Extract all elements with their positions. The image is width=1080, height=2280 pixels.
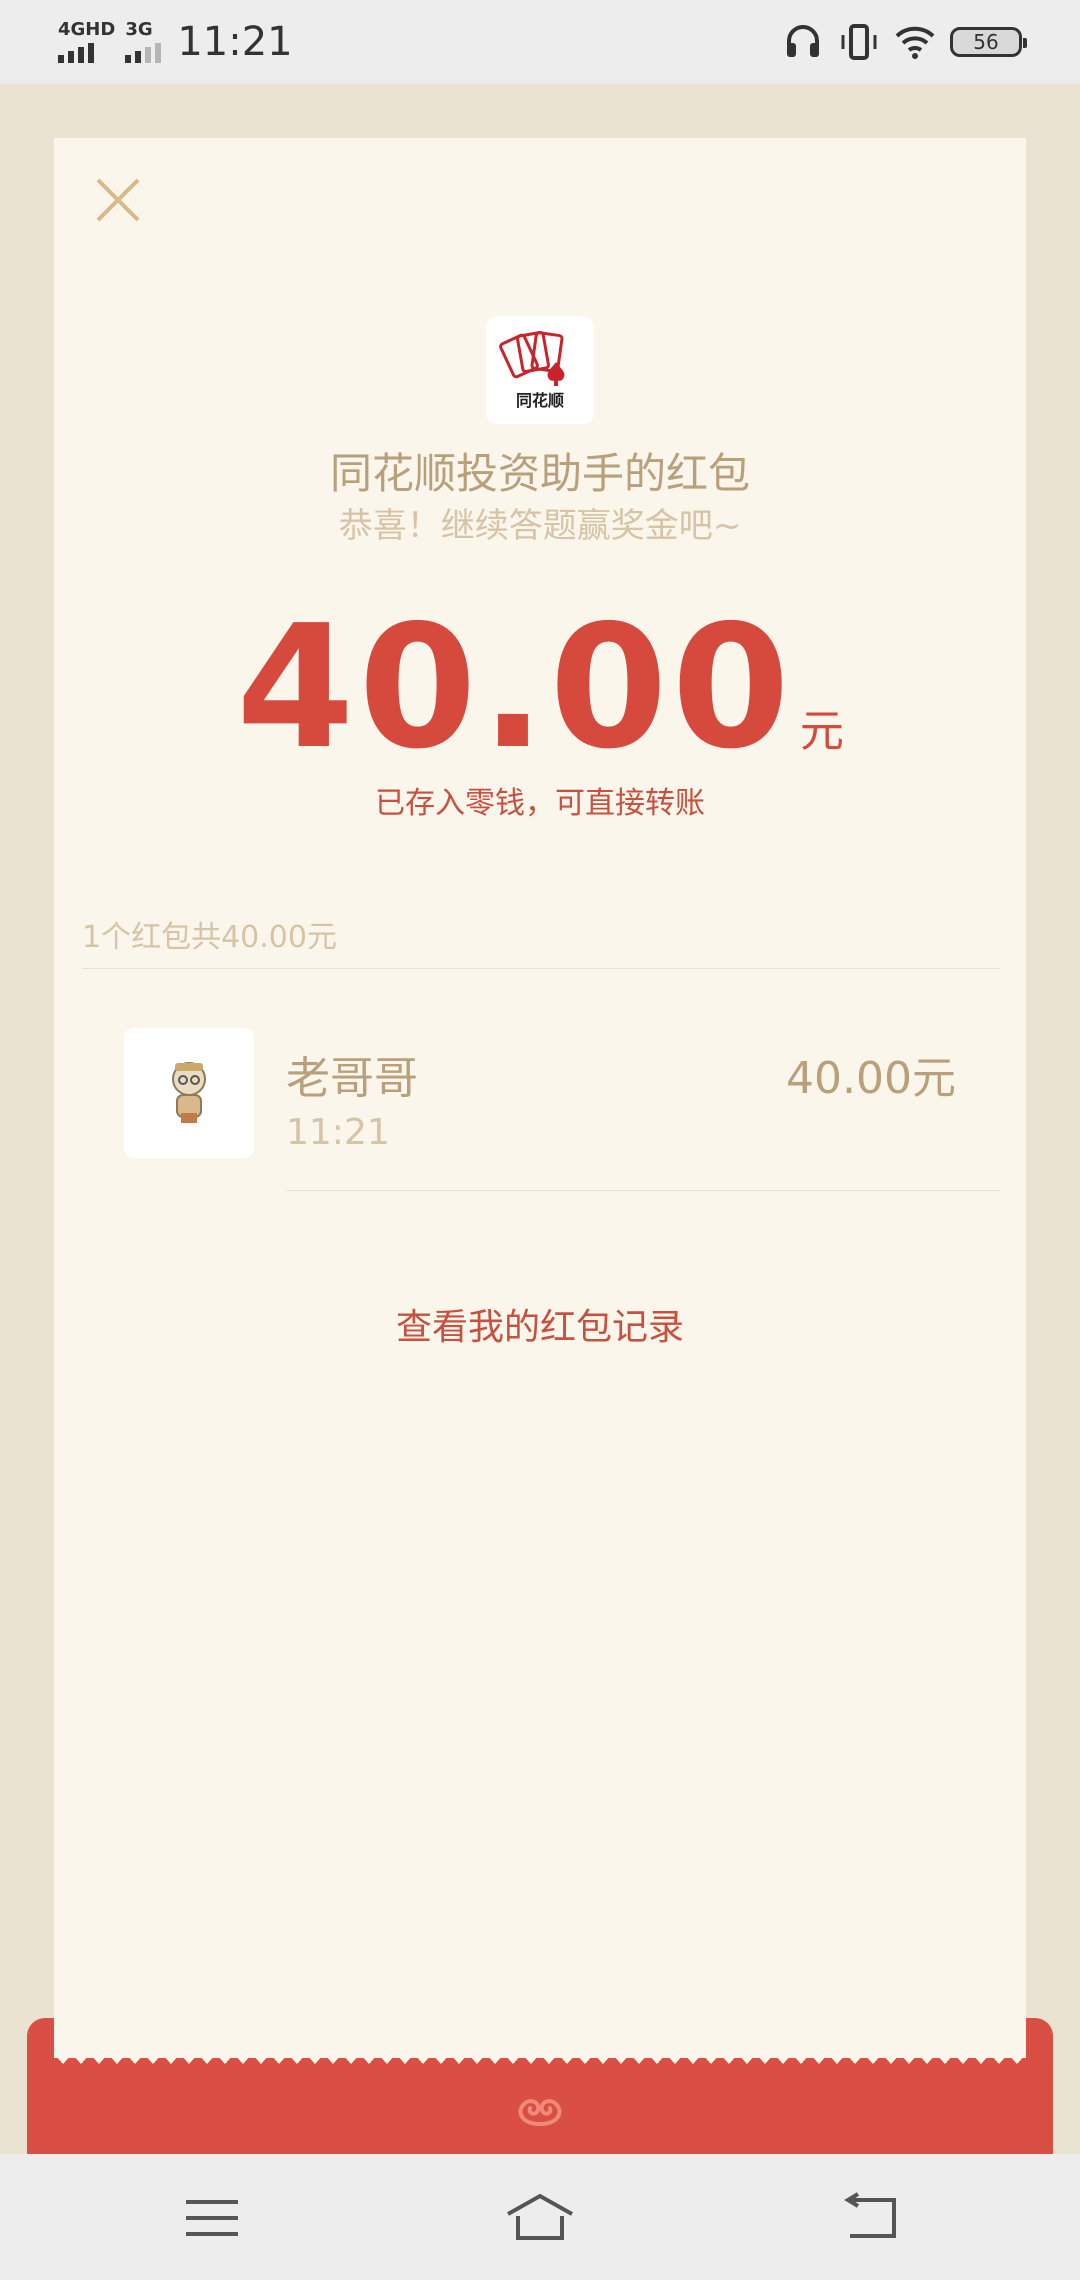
logo-text: 同花顺 — [516, 391, 564, 410]
headset-icon — [787, 25, 819, 57]
cloud-swirl-icon — [518, 2099, 562, 2126]
cards-logo-icon: 同花顺 — [499, 330, 565, 410]
amount-unit: 元 — [799, 706, 844, 757]
greeting-text: 恭喜！继续答题赢奖金吧~ — [338, 506, 742, 546]
sender-title: 同花顺投资助手的红包 — [329, 449, 750, 498]
avatar — [124, 1028, 254, 1158]
status-right: 56 — [782, 18, 1027, 66]
avatar-figure-icon — [172, 1062, 206, 1123]
card-zigzag-edge — [54, 2048, 1026, 2064]
signal-bars-icon — [125, 43, 162, 63]
status-time: 11:21 — [177, 19, 293, 65]
back-icon[interactable] — [834, 2190, 906, 2246]
menu-icon[interactable] — [176, 2190, 248, 2246]
signal-bars-icon — [58, 43, 94, 63]
red-packet-card: 同花顺 同花顺投资助手的红包 恭喜！继续答题赢奖金吧~ 40.00 元 已存入零钱… — [54, 138, 1026, 2058]
divider — [82, 968, 1000, 969]
sender-logo: 同花顺 — [486, 316, 594, 424]
battery-level: 56 — [973, 30, 999, 54]
vibrate-icon — [841, 24, 877, 60]
received-time: 11:21 — [286, 1112, 390, 1153]
deposit-note: 已存入零钱，可直接转账 — [375, 786, 705, 821]
amount-display: 40.00 元 — [54, 598, 1026, 778]
navigation-bar — [0, 2154, 1080, 2280]
network-label-1: 4GHD — [58, 19, 116, 40]
list-item[interactable]: 老哥哥 11:21 40.00元 — [54, 1028, 1026, 1228]
view-records-link[interactable]: 查看我的红包记录 — [54, 1298, 1026, 1350]
received-amount: 40.00元 — [786, 1053, 956, 1104]
status-bar: 4GHD 3G 11:21 56 — [0, 0, 1080, 84]
wifi-icon — [895, 26, 935, 59]
close-icon[interactable] — [90, 172, 146, 228]
recipient-name: 老哥哥 — [286, 1053, 418, 1104]
status-left: 4GHD 3G 11:21 — [58, 14, 293, 70]
packet-summary: 1个红包共40.00元 — [82, 920, 337, 955]
network-label-2: 3G — [125, 19, 153, 40]
signal-4g: 4GHD — [58, 21, 115, 63]
signal-3g: 3G — [125, 19, 162, 63]
row-divider — [286, 1190, 1000, 1191]
home-icon[interactable] — [504, 2190, 576, 2246]
amount-value: 40.00 — [236, 589, 794, 787]
battery-icon: 56 — [950, 27, 1027, 57]
